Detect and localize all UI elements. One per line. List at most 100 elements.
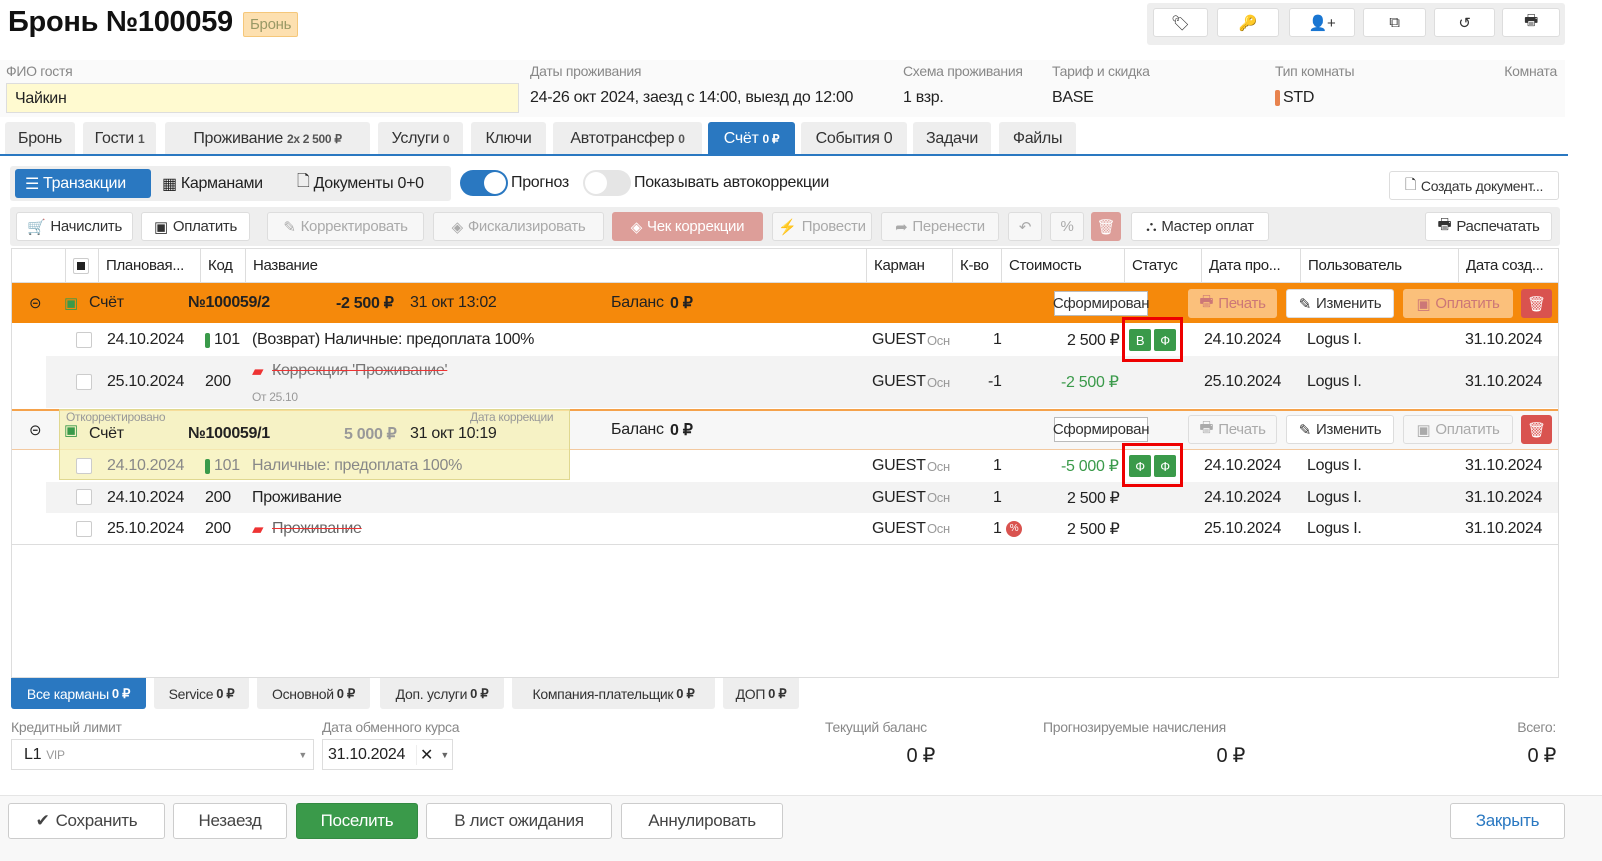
post-button[interactable]: ⚡ Провести: [772, 212, 872, 241]
collapse-icon[interactable]: ⊝: [29, 283, 42, 323]
status-button[interactable]: Сформирован: [1053, 417, 1149, 442]
document-icon: 🗋: [1404, 175, 1416, 192]
group-edit-button[interactable]: ✎ Изменить: [1286, 415, 1394, 444]
print-list-button[interactable]: 🖶 Распечатать: [1425, 212, 1552, 241]
transfer-button[interactable]: ➦ Перенести: [881, 212, 999, 241]
print-top-button[interactable]: 🖶: [1502, 8, 1560, 37]
correct-button[interactable]: ✎ Корректировать: [267, 212, 424, 241]
status-button[interactable]: Сформирован: [1053, 291, 1149, 316]
check-in-button[interactable]: Поселить: [296, 803, 418, 839]
row-checkbox[interactable]: [76, 458, 92, 474]
table-row[interactable]: 24.10.2024 200 Проживание GUEST Осн 1 2 …: [12, 482, 1558, 513]
cancel-booking-button[interactable]: Аннулировать: [621, 803, 783, 839]
no-show-button[interactable]: Незаезд: [173, 803, 287, 839]
credit-limit-select[interactable]: L1 VIP ▼: [11, 739, 314, 770]
pocket-tab-extra-services[interactable]: Доп. услуги 0 ₽: [380, 678, 504, 709]
tab-events[interactable]: События 0: [801, 122, 907, 155]
tag-button[interactable]: 🏷: [1153, 8, 1208, 37]
charge-button[interactable]: 🛒 Начислить: [16, 212, 133, 241]
view-pockets[interactable]: ▦ Карманами: [162, 169, 263, 198]
row-checkbox[interactable]: [76, 521, 92, 537]
col-pocket[interactable]: Карман: [866, 249, 952, 282]
dates-label: Даты проживания: [530, 63, 642, 79]
cart-icon: 🛒: [26, 218, 46, 236]
pocket-tab-main[interactable]: Основной 0 ₽: [257, 678, 370, 709]
room-type-value: STD: [1283, 89, 1315, 106]
correction-check-button[interactable]: ◈ Чек коррекции: [612, 212, 763, 241]
group-edit-button[interactable]: ✎ Изменить: [1286, 289, 1394, 318]
discount-button[interactable]: %: [1050, 212, 1084, 241]
tab-keys[interactable]: Ключи: [471, 122, 546, 155]
room-type-color-icon: [1275, 90, 1280, 106]
row-checkbox[interactable]: [76, 332, 92, 348]
total-value: 0 ₽: [1527, 745, 1556, 767]
undo-button[interactable]: ↶: [1008, 212, 1042, 241]
rate-value: BASE: [1052, 89, 1094, 106]
group-pay-button[interactable]: ▣ Оплатить: [1403, 415, 1513, 444]
status-badge: Бронь: [243, 12, 299, 37]
waitlist-button[interactable]: В лист ожидания: [426, 803, 612, 839]
select-all-checkbox[interactable]: [73, 257, 89, 274]
collapse-icon[interactable]: ⊝: [29, 411, 42, 449]
rate-date-input[interactable]: 31.10.2024 ✕ ▼: [322, 739, 453, 770]
row-checkbox[interactable]: [76, 374, 92, 390]
tab-guests[interactable]: Гости 1: [83, 122, 156, 155]
tab-services[interactable]: Услуги 0: [378, 122, 463, 155]
col-qty[interactable]: К-во: [952, 249, 1001, 282]
table-row[interactable]: 25.10.2024 200 ▰ Коррекция 'Проживание' …: [12, 356, 1558, 408]
view-documents[interactable]: 🗋 Документы 0+0: [297, 169, 424, 198]
delete-button[interactable]: 🗑: [1091, 212, 1121, 241]
pay-button[interactable]: ▣ Оплатить: [141, 212, 250, 241]
key-button[interactable]: 🔑: [1217, 8, 1279, 37]
group-print-button[interactable]: 🖶 Печать: [1188, 289, 1277, 318]
add-user-button[interactable]: 👤+: [1289, 8, 1355, 37]
table-row[interactable]: 25.10.2024 200 ▰ Проживание GUEST Осн 1 …: [12, 513, 1558, 545]
col-created[interactable]: Дата созд...: [1458, 249, 1558, 282]
pocket-tab-service[interactable]: Service 0 ₽: [154, 678, 249, 709]
copy-button[interactable]: ⧉: [1363, 8, 1426, 37]
autocorrection-toggle[interactable]: [583, 170, 631, 196]
tab-booking[interactable]: Бронь: [5, 122, 75, 155]
close-button[interactable]: Закрыть: [1450, 803, 1565, 839]
tab-account[interactable]: Счёт 0 ₽: [708, 122, 795, 155]
group-delete-button[interactable]: 🗑: [1521, 289, 1552, 318]
col-user[interactable]: Пользователь: [1300, 249, 1458, 282]
add-user-icon: 👤+: [1308, 14, 1336, 32]
group-delete-button[interactable]: 🗑: [1521, 415, 1552, 444]
table-row[interactable]: 24.10.2024 101 (Возврат) Наличные: предо…: [12, 324, 1558, 356]
tab-transfer[interactable]: Автотрансфер 0: [553, 122, 702, 155]
pocket-tab-all[interactable]: Все карманы 0 ₽: [11, 678, 146, 709]
col-status[interactable]: Статус: [1124, 249, 1201, 282]
view-transactions[interactable]: ☰ Транзакции: [15, 169, 151, 198]
tab-files[interactable]: Файлы: [999, 122, 1076, 155]
payment-wizard-button[interactable]: ⛬ Мастер оплат: [1131, 212, 1269, 241]
pocket-tab-dop[interactable]: ДОП 0 ₽: [723, 678, 799, 709]
forecast-toggle[interactable]: [460, 170, 508, 196]
group-print-button[interactable]: 🖶 Печать: [1188, 415, 1277, 444]
sitemap-icon: ⛬: [1146, 218, 1157, 235]
clear-icon[interactable]: ✕: [416, 744, 436, 765]
select-all-cell[interactable]: [65, 249, 98, 282]
fiscalize-button[interactable]: ◈ Фискализировать: [433, 212, 604, 241]
trash-icon: 🗑: [1096, 218, 1116, 236]
discount-icon: %: [1006, 513, 1022, 544]
history-button[interactable]: ↺: [1434, 8, 1495, 37]
group-pay-button[interactable]: ▣ Оплатить: [1403, 289, 1513, 318]
create-document-button[interactable]: 🗋 Создать документ...: [1389, 171, 1559, 200]
guest-input[interactable]: Чайкин: [6, 83, 519, 113]
row-checkbox[interactable]: [76, 489, 92, 505]
chevron-down-icon[interactable]: ▼: [440, 750, 449, 760]
undo-icon: ↶: [1018, 218, 1032, 236]
col-name[interactable]: Название: [245, 249, 866, 282]
pocket-tab-company[interactable]: Компания-плательщик 0 ₽: [512, 678, 715, 709]
save-button[interactable]: ✔ Сохранить: [8, 803, 165, 839]
tab-stay[interactable]: Проживание 2x 2 500 ₽: [165, 122, 370, 155]
col-code[interactable]: Код: [200, 249, 245, 282]
col-planned-date[interactable]: Плановая...: [98, 249, 200, 282]
money-icon: ▣: [154, 218, 168, 236]
tag-icon: 🏷: [1171, 14, 1190, 32]
money-icon: ▣: [64, 295, 78, 312]
col-cost[interactable]: Стоимость: [1001, 249, 1124, 282]
col-op-date[interactable]: Дата про...: [1201, 249, 1300, 282]
tab-tasks[interactable]: Задачи: [913, 122, 991, 155]
